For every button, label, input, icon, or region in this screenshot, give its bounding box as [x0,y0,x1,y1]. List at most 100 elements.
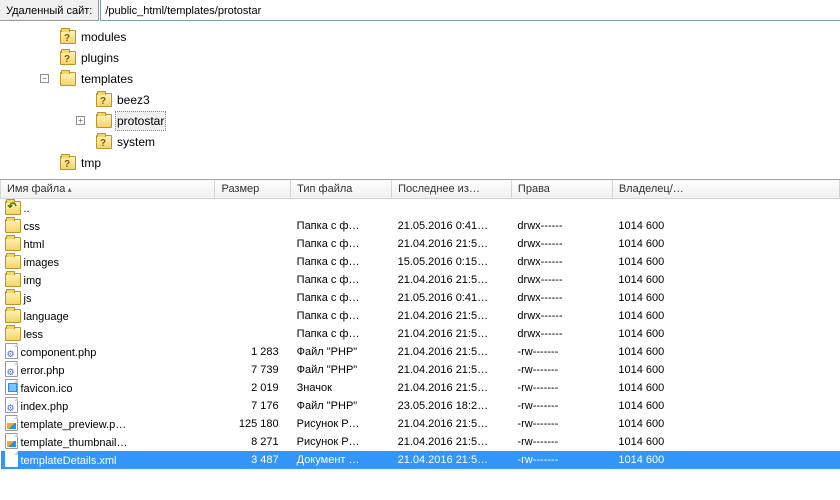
cell-perm: -rw------- [511,343,612,361]
folder-icon [60,72,76,86]
file-name: css [24,221,41,233]
folder-icon [5,237,21,251]
tree-node-label[interactable]: templates [79,70,135,88]
cell-size: 1 283 [215,343,291,361]
expand-icon[interactable]: + [76,116,85,125]
tree-node[interactable]: − templates beez3 + protostar system [40,70,836,154]
cell-owner: 1014 600 [612,433,839,451]
file-list[interactable]: Имя файла Размер Тип файла Последнее из…… [0,180,840,469]
col-header-size[interactable]: Размер [215,180,291,199]
file-name: index.php [21,401,69,413]
cell-date: 21.04.2016 21:5… [392,433,512,451]
file-name: images [24,257,59,269]
tree-node-label[interactable]: modules [79,28,128,46]
folder-icon [96,114,112,128]
folder-up-icon [5,201,21,215]
cell-perm: -rw------- [511,379,612,397]
file-name: .. [24,203,30,215]
tree-node[interactable]: system [76,133,836,154]
cell-owner: 1014 600 [612,307,839,325]
cell-owner: 1014 600 [612,271,839,289]
folder-q-icon [60,156,76,170]
cell-type: Папка с ф… [291,217,392,235]
file-row[interactable]: images Папка с ф…15.05.2016 0:15…drwx----… [1,253,840,271]
cell-owner: 1014 600 [612,361,839,379]
cell-perm: -rw------- [511,433,612,451]
cell-owner: 1014 600 [612,397,839,415]
cell-type: Папка с ф… [291,271,392,289]
cell-perm: drwx------ [511,271,612,289]
folder-q-icon [60,30,76,44]
address-path[interactable]: /public_html/templates/protostar [100,0,840,21]
tree-node[interactable]: plugins [40,49,836,70]
file-name: html [24,239,45,251]
folder-icon [5,255,21,269]
tree-node-label[interactable]: beez3 [115,91,152,109]
collapse-icon[interactable]: − [40,74,49,83]
file-row[interactable]: template_thumbnail…8 271Рисунок P…21.04.… [1,433,840,451]
cell-date: 21.04.2016 21:5… [392,415,512,433]
column-headers: Имя файла Размер Тип файла Последнее из…… [1,180,840,199]
folder-q-icon [96,135,112,149]
file-row[interactable]: imgПапка с ф…21.04.2016 21:5…drwx------1… [1,271,840,289]
file-row[interactable]: languageПапка с ф…21.04.2016 21:5…drwx--… [1,307,840,325]
cell-perm: drwx------ [511,307,612,325]
file-row[interactable]: component.php1 283Файл "PHP"21.04.2016 2… [1,343,840,361]
file-row[interactable]: cssПапка с ф…21.05.2016 0:41…drwx------1… [1,217,840,235]
cell-size: 7 739 [215,361,291,379]
cell-type: Папка с ф… [291,253,392,271]
cell-size [215,199,291,217]
file-row[interactable]: .. [1,199,840,217]
cell-date: 21.05.2016 0:41… [392,289,512,307]
file-row[interactable]: lessПапка с ф…21.04.2016 21:5…drwx------… [1,325,840,343]
cell-owner: 1014 600 [612,415,839,433]
file-name: img [24,275,42,287]
tree-node[interactable]: + protostar [76,112,836,133]
tree-node-label[interactable]: protostar [115,111,166,131]
remote-tree-pane: Удаленный сайт: /public_html/templates/p… [0,0,840,180]
file-row[interactable]: jsПапка с ф…21.05.2016 0:41…drwx------10… [1,289,840,307]
tree-node[interactable]: modules [40,28,836,49]
col-header-name[interactable]: Имя файла [1,180,215,199]
col-header-date[interactable]: Последнее из… [392,180,512,199]
cell-perm: drwx------ [511,253,612,271]
file-row[interactable]: index.php7 176Файл "PHP"23.05.2016 18:2…… [1,397,840,415]
tree-node[interactable]: tmp [40,154,836,175]
cell-perm: -rw------- [511,361,612,379]
cell-owner: 1014 600 [612,379,839,397]
cell-size [215,289,291,307]
cell-type: Рисунок P… [291,433,392,451]
file-icon [5,451,18,467]
file-name: error.php [21,365,65,377]
cell-size: 7 176 [215,397,291,415]
tree-node-label[interactable]: system [115,133,157,151]
file-row[interactable]: template_preview.p…125 180Рисунок P…21.0… [1,415,840,433]
file-row[interactable]: htmlПапка с ф…21.04.2016 21:5…drwx------… [1,235,840,253]
file-name: templateDetails.xml [21,455,117,467]
cell-size [215,307,291,325]
tree-node[interactable]: beez3 [76,91,836,112]
cell-date: 21.04.2016 21:5… [392,343,512,361]
col-header-owner[interactable]: Владелец/… [612,180,839,199]
tree-node-label[interactable]: tmp [79,154,103,172]
file-list-pane: Имя файла Размер Тип файла Последнее из…… [0,180,840,500]
folder-tree[interactable]: modules plugins − templates beez3 + protostar s… [0,22,840,179]
folder-icon [5,309,21,323]
cell-date: 15.05.2016 0:15… [392,253,512,271]
file-row[interactable]: templateDetails.xml3 487Документ …21.04.… [1,451,840,469]
cell-type: Рисунок P… [291,415,392,433]
cell-owner: 1014 600 [612,289,839,307]
file-row[interactable]: favicon.ico2 019Значок21.04.2016 21:5…-r… [1,379,840,397]
cell-size: 2 019 [215,379,291,397]
file-name: less [24,329,44,341]
col-header-type[interactable]: Тип файла [291,180,392,199]
cell-date: 21.04.2016 21:5… [392,307,512,325]
file-row[interactable]: error.php7 739Файл "PHP"21.04.2016 21:5…… [1,361,840,379]
file-img-icon [5,433,18,449]
cell-perm [511,199,612,217]
col-header-perm[interactable]: Права [511,180,612,199]
cell-type: Файл "PHP" [291,343,392,361]
cell-date: 21.04.2016 21:5… [392,361,512,379]
tree-node-label[interactable]: plugins [79,49,121,67]
file-icon-icon [5,379,18,395]
